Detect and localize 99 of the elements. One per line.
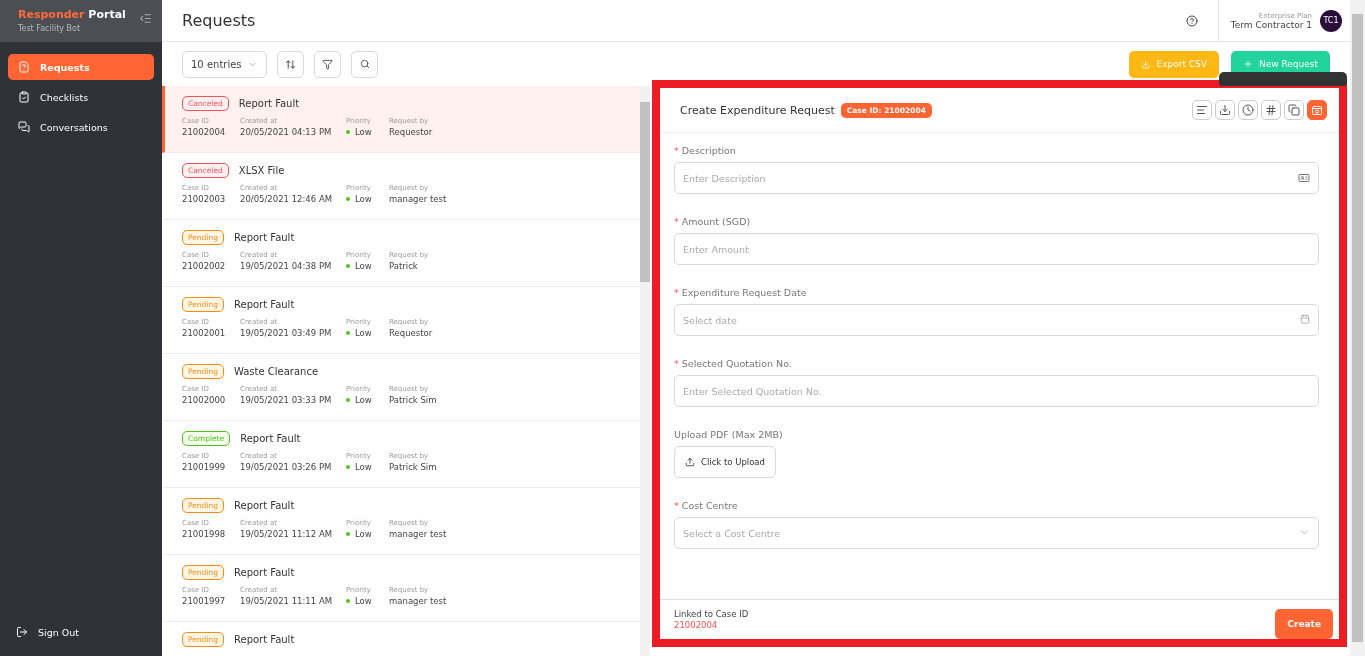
- request-title: Waste Clearance: [234, 366, 319, 377]
- case-id: 21002000: [182, 395, 227, 405]
- brand-name: Responder Portal: [18, 8, 126, 21]
- required-mark: *: [674, 500, 679, 511]
- created-at: 19/05/2021 04:38 PM: [240, 261, 333, 271]
- created-at: 19/05/2021 11:12 AM: [240, 529, 334, 539]
- priority: Low: [346, 194, 389, 204]
- request-title: Report Fault: [234, 567, 295, 578]
- search-button[interactable]: [351, 50, 378, 78]
- created-at: 20/05/2021 12:46 AM: [240, 194, 334, 204]
- requester: manager test: [389, 529, 448, 539]
- requester: Requestor: [389, 328, 434, 338]
- panel-tool-button[interactable]: [1215, 100, 1235, 120]
- requester: manager test: [389, 194, 448, 204]
- collapse-icon[interactable]: [139, 12, 152, 25]
- requester: Requestor: [389, 127, 434, 137]
- sign-out-icon: [16, 626, 28, 638]
- case-id: 21002001: [182, 328, 227, 338]
- download-icon: [1141, 59, 1151, 69]
- panel-tool-button[interactable]: [1238, 100, 1258, 120]
- linked-label: Linked to Case ID: [674, 609, 749, 619]
- panel-tool-button[interactable]: [1261, 100, 1281, 120]
- case-id: 21001998: [182, 529, 227, 539]
- case-id: 21001999: [182, 462, 227, 472]
- lines-icon: [1196, 104, 1208, 116]
- help-icon[interactable]: [1185, 14, 1198, 27]
- sort-button[interactable]: [277, 50, 304, 78]
- required-mark: *: [674, 287, 679, 298]
- download-tray-icon: [1219, 104, 1231, 116]
- request-title: Report Fault: [234, 232, 295, 243]
- question-icon: [18, 61, 30, 73]
- camera-box-icon: [1311, 104, 1323, 116]
- upload-button[interactable]: Click to Upload: [674, 446, 776, 478]
- created-at: 19/05/2021 03:49 PM: [240, 328, 333, 338]
- filter-button[interactable]: [314, 50, 341, 78]
- select-field[interactable]: Select a Cost Centre: [674, 517, 1319, 549]
- date-field[interactable]: Select date: [674, 304, 1319, 336]
- clipboard-check-icon: [18, 91, 30, 103]
- nav-item[interactable]: Conversations: [8, 114, 154, 140]
- requester: Patrick: [389, 261, 419, 271]
- request-title: Report Fault: [234, 299, 295, 310]
- priority: Low: [346, 261, 389, 271]
- plus-icon: [1242, 59, 1253, 69]
- request-title: Report Fault: [238, 98, 300, 109]
- chat-bubbles-icon: [18, 121, 30, 133]
- required-mark: *: [674, 145, 679, 156]
- request-title: Report Fault: [234, 634, 295, 645]
- requester: Patrick Sim: [389, 462, 438, 472]
- field-label: Expenditure Request Date: [681, 287, 807, 298]
- account-name: Term Contractor 1: [1230, 19, 1312, 30]
- copy-icon: [1288, 104, 1300, 116]
- field-label: Amount (SGD): [681, 216, 751, 227]
- field-label: Upload PDF (Max 2MB): [674, 429, 783, 440]
- sort-arrows-icon: [285, 58, 296, 70]
- panel-tool-button[interactable]: [1284, 100, 1304, 120]
- field-label: Cost Centre: [681, 500, 738, 511]
- search-icon: [359, 59, 370, 69]
- upload-icon: [685, 457, 695, 467]
- sign-out-link[interactable]: Sign Out: [0, 626, 162, 656]
- avatar[interactable]: TC1: [1320, 9, 1342, 32]
- input-field[interactable]: Enter Description: [674, 162, 1319, 194]
- scrollbar[interactable]: [640, 86, 650, 656]
- hash-icon: [1265, 104, 1277, 116]
- request-title: Report Fault: [240, 433, 301, 444]
- brand-subtitle: Test Facility Bot: [18, 24, 82, 33]
- input-field[interactable]: Enter Amount: [674, 233, 1319, 265]
- case-id: 21002002: [182, 261, 227, 271]
- created-at: 19/05/2021 11:11 AM: [240, 596, 334, 606]
- request-title: XLSX File: [238, 165, 285, 176]
- page-title: Requests: [182, 11, 257, 30]
- required-mark: *: [674, 216, 679, 227]
- filter-icon: [322, 58, 333, 70]
- requester: manager test: [389, 596, 448, 606]
- field-label: Description: [681, 145, 736, 156]
- panel-tool-button[interactable]: [1192, 100, 1212, 120]
- created-at: 19/05/2021 03:26 PM: [240, 462, 333, 472]
- priority: Low: [346, 529, 389, 539]
- created-at: 19/05/2021 03:33 PM: [240, 395, 333, 405]
- id-card-icon: [1298, 172, 1310, 184]
- priority: Low: [346, 328, 389, 338]
- case-id: 21001997: [182, 596, 227, 606]
- page-scrollbar[interactable]: [1350, 0, 1365, 656]
- case-id: 21002003: [182, 194, 227, 204]
- panel-title: Create Expenditure Request: [680, 103, 835, 117]
- created-at: 20/05/2021 04:13 PM: [240, 127, 333, 137]
- nav-item[interactable]: Checklists: [8, 84, 154, 110]
- clock-icon: [1242, 104, 1254, 116]
- priority: Low: [346, 596, 389, 606]
- entries-select[interactable]: 10 entries: [182, 50, 267, 78]
- case-id: 21002004: [182, 127, 227, 137]
- priority: Low: [346, 127, 389, 137]
- requester: Patrick Sim: [389, 395, 438, 405]
- required-mark: *: [674, 358, 679, 369]
- priority: Low: [346, 395, 389, 405]
- input-field[interactable]: Enter Selected Quotation No.: [674, 375, 1319, 407]
- calendar-icon: [1300, 314, 1310, 324]
- priority: Low: [346, 462, 389, 472]
- request-title: Report Fault: [234, 500, 295, 511]
- field-label: Selected Quotation No.: [681, 358, 792, 369]
